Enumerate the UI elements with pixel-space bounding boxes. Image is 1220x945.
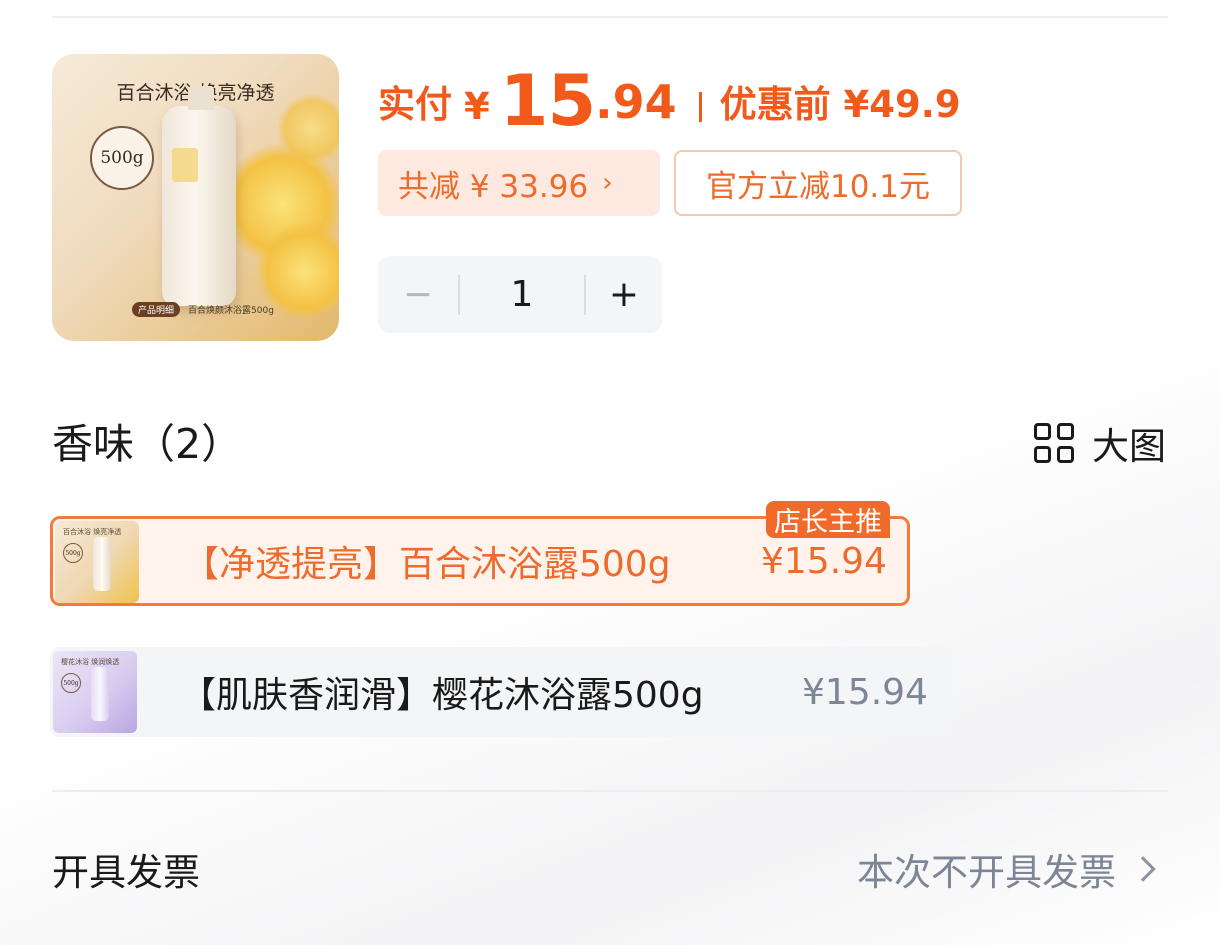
- thumbnail-title: 樱花沐浴 焕润焕透: [61, 658, 120, 666]
- price-separator: [698, 92, 702, 122]
- big-view-toggle[interactable]: 大图: [1034, 416, 1166, 470]
- chevron-right-icon: ›: [602, 168, 613, 198]
- option-thumbnail: 樱花沐浴 焕润焕透 500g: [53, 651, 137, 733]
- scent-option-sakura[interactable]: 樱花沐浴 焕润焕透 500g 【肌肤香润滑】樱花沐浴露500g ¥15.94: [50, 647, 953, 737]
- bottle-illustration: [162, 86, 236, 306]
- shop-recommend-badge: 店长主推: [766, 501, 890, 538]
- top-divider: [52, 16, 1168, 18]
- thumbnail-bottle: [91, 667, 109, 721]
- quantity-value[interactable]: 1: [460, 274, 584, 315]
- thumbnail-weight-badge: 500g: [63, 543, 83, 563]
- price-integer: 15: [499, 60, 596, 142]
- pay-label: 实付: [378, 83, 452, 126]
- scent-section-title: 香味（2）: [52, 420, 243, 468]
- quantity-stepper: − 1 +: [378, 256, 662, 333]
- total-discount-button[interactable]: 共减 ¥ 33.96 ›: [378, 150, 660, 216]
- increase-quantity-button[interactable]: +: [586, 274, 662, 315]
- invoice-label: 开具发票: [52, 851, 200, 894]
- official-discount-label: 官方立减10.1元: [705, 168, 931, 205]
- product-image[interactable]: 百合沐浴 焕亮净透 500g 产品明细 百合焕颜沐浴露500g: [52, 54, 339, 341]
- official-discount-tag: 官方立减10.1元: [674, 150, 962, 216]
- section-divider: [52, 790, 1168, 792]
- grid-view-icon: [1034, 423, 1074, 463]
- currency-symbol: ¥: [464, 85, 490, 128]
- invoice-value: 本次不开具发票: [857, 851, 1116, 894]
- total-discount-label: 共减 ¥ 33.96: [398, 168, 589, 205]
- thumbnail-weight-badge: 500g: [61, 673, 81, 693]
- invoice-selector[interactable]: 本次不开具发票: [857, 842, 1158, 896]
- thumbnail-title: 百合沐浴 焕亮净透: [63, 528, 122, 536]
- product-image-caption: 产品明细 百合焕颜沐浴露500g: [132, 302, 274, 317]
- option-thumbnail: 百合沐浴 焕亮净透 500g: [55, 521, 139, 603]
- thumbnail-bottle: [93, 537, 111, 591]
- price-row: 实付 ¥ 15 .94 优惠前 ¥49.9: [378, 56, 961, 136]
- big-view-label: 大图: [1092, 425, 1166, 468]
- option-price: ¥15.94: [802, 671, 928, 713]
- checkout-panel: 百合沐浴 焕亮净透 500g 产品明细 百合焕颜沐浴露500g 实付 ¥ 15 …: [0, 0, 1220, 945]
- price-decimal: .94: [595, 75, 677, 129]
- decrease-quantity-button[interactable]: −: [378, 274, 458, 315]
- chevron-right-icon: [1130, 856, 1156, 882]
- price-before-discount: 优惠前 ¥49.9: [719, 83, 961, 126]
- product-image-caption-text: 百合焕颜沐浴露500g: [188, 306, 274, 316]
- product-image-weight-badge: 500g: [90, 126, 154, 190]
- option-name: 【净透提亮】百合沐浴露500g: [183, 544, 671, 585]
- option-name: 【肌肤香润滑】樱花沐浴露500g: [180, 675, 704, 716]
- product-detail-tag: 产品明细: [132, 302, 181, 317]
- option-price: ¥15.94: [761, 540, 887, 582]
